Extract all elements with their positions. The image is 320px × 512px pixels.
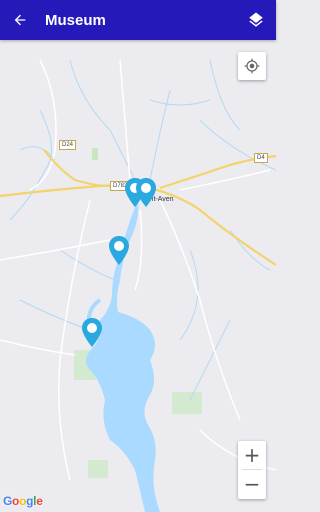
back-button[interactable] (0, 0, 40, 40)
zoom-controls: + − (238, 441, 266, 499)
page-title: Museum (45, 11, 106, 29)
google-attribution: Google (3, 494, 43, 508)
my-location-button[interactable] (238, 52, 266, 80)
zoom-out-button[interactable]: − (238, 470, 266, 498)
arrow-back-icon (14, 14, 26, 26)
zoom-in-button[interactable]: + (238, 441, 266, 469)
museum-marker[interactable] (134, 177, 158, 209)
map-canvas (0, 40, 276, 512)
my-location-icon (244, 58, 260, 74)
map-view[interactable]: D24 D783 D4 Pont-Aven (0, 40, 276, 512)
layers-icon (249, 12, 263, 27)
road-label-d4: D4 (254, 153, 268, 163)
road-label-d24: D24 (59, 140, 77, 150)
app-bar: Museum (0, 0, 276, 40)
museum-marker[interactable] (80, 317, 104, 349)
museum-marker[interactable] (107, 235, 131, 267)
layers-button[interactable] (236, 0, 276, 40)
